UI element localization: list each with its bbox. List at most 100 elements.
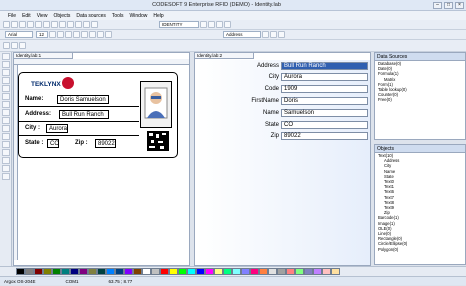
color-swatch[interactable] bbox=[16, 268, 25, 275]
minimize-button[interactable]: – bbox=[433, 1, 442, 9]
color-swatch[interactable] bbox=[43, 268, 52, 275]
close-button[interactable]: × bbox=[455, 1, 464, 9]
color-swatch[interactable] bbox=[124, 268, 133, 275]
copy-icon[interactable] bbox=[43, 21, 50, 28]
ruler-icon[interactable] bbox=[19, 42, 26, 49]
color-swatch[interactable] bbox=[61, 268, 70, 275]
line-tool-icon[interactable] bbox=[2, 93, 10, 100]
color-swatch[interactable] bbox=[34, 268, 43, 275]
color-swatch[interactable] bbox=[187, 268, 196, 275]
color-swatch[interactable] bbox=[151, 268, 160, 275]
distribute-icon[interactable] bbox=[278, 31, 285, 38]
checkbox-tool-icon[interactable] bbox=[2, 165, 10, 172]
color-swatch[interactable] bbox=[313, 268, 322, 275]
rfid-tool-icon[interactable] bbox=[2, 133, 10, 140]
color-swatch[interactable] bbox=[25, 268, 34, 275]
color-swatch[interactable] bbox=[97, 268, 106, 275]
color-swatch[interactable] bbox=[331, 268, 340, 275]
zip-row-value[interactable]: 89022 bbox=[281, 132, 368, 140]
color-swatch[interactable] bbox=[106, 268, 115, 275]
city-field[interactable]: Aurora bbox=[46, 124, 68, 133]
address-row-value[interactable]: Bull Run Ranch bbox=[281, 62, 368, 70]
new-icon[interactable] bbox=[3, 21, 10, 28]
ole-tool-icon[interactable] bbox=[2, 141, 10, 148]
menu-view[interactable]: View bbox=[37, 13, 48, 19]
color-swatch[interactable] bbox=[160, 268, 169, 275]
doc-tab[interactable]: Identity.lab:1 bbox=[13, 52, 73, 59]
printer-combo[interactable]: IDENTITY bbox=[159, 21, 199, 28]
print-icon[interactable] bbox=[27, 21, 34, 28]
address-field[interactable]: Bull Run Ranch bbox=[59, 110, 109, 119]
polygon-tool-icon[interactable] bbox=[2, 117, 10, 124]
form-tab[interactable]: Identity.lab:2 bbox=[194, 52, 254, 59]
color-swatch[interactable] bbox=[79, 268, 88, 275]
color-swatch[interactable] bbox=[133, 268, 142, 275]
color-swatch[interactable] bbox=[223, 268, 232, 275]
photo-image[interactable] bbox=[140, 81, 172, 128]
align-objects-icon[interactable] bbox=[270, 31, 277, 38]
field-combo[interactable]: Address bbox=[223, 31, 261, 38]
color-swatch[interactable] bbox=[241, 268, 250, 275]
select-icon[interactable] bbox=[3, 42, 10, 49]
paste-icon[interactable] bbox=[51, 21, 58, 28]
underline-icon[interactable] bbox=[65, 31, 72, 38]
layer-icon[interactable] bbox=[105, 31, 112, 38]
color-swatch[interactable] bbox=[115, 268, 124, 275]
font-combo[interactable]: Arial bbox=[5, 31, 33, 38]
open-icon[interactable] bbox=[11, 21, 18, 28]
state-row-value[interactable]: CO bbox=[281, 121, 368, 129]
color-swatch[interactable] bbox=[259, 268, 268, 275]
query-icon[interactable] bbox=[208, 21, 215, 28]
menu-help[interactable]: Help bbox=[153, 13, 163, 19]
code-row-value[interactable]: 1909 bbox=[281, 85, 368, 93]
hand-icon[interactable] bbox=[11, 42, 18, 49]
firstname-row-value[interactable]: Doris bbox=[281, 97, 368, 105]
color-swatch[interactable] bbox=[70, 268, 79, 275]
form-tool-icon[interactable] bbox=[2, 149, 10, 156]
color-swatch[interactable] bbox=[88, 268, 97, 275]
state-field[interactable]: CO bbox=[47, 139, 59, 148]
list-tool-icon[interactable] bbox=[2, 173, 10, 180]
menu-objects[interactable]: Objects bbox=[53, 13, 70, 19]
color-swatch[interactable] bbox=[268, 268, 277, 275]
tree-item-polygon[interactable]: Polygon(0) bbox=[378, 247, 465, 252]
color-swatch[interactable] bbox=[214, 268, 223, 275]
button-tool-icon[interactable] bbox=[2, 157, 10, 164]
datamatrix-barcode[interactable] bbox=[147, 131, 169, 151]
color-swatch[interactable] bbox=[232, 268, 241, 275]
city-row-value[interactable]: Aurora bbox=[281, 73, 368, 81]
help-icon[interactable] bbox=[224, 21, 231, 28]
pointer-icon[interactable] bbox=[2, 53, 10, 60]
table-tool-icon[interactable] bbox=[2, 125, 10, 132]
menu-data-sources[interactable]: Data sources bbox=[76, 13, 105, 19]
save-icon[interactable] bbox=[19, 21, 26, 28]
ellipse-tool-icon[interactable] bbox=[2, 109, 10, 116]
tree-item-free[interactable]: Free(0) bbox=[378, 97, 465, 102]
color-swatch[interactable] bbox=[178, 268, 187, 275]
align-center-icon[interactable] bbox=[81, 31, 88, 38]
color-swatch[interactable] bbox=[142, 268, 151, 275]
menu-tools[interactable]: Tools bbox=[112, 13, 124, 19]
color-swatch[interactable] bbox=[304, 268, 313, 275]
text-tool-icon[interactable] bbox=[2, 61, 10, 68]
bold-icon[interactable] bbox=[49, 31, 56, 38]
cut-icon[interactable] bbox=[35, 21, 42, 28]
align-right-icon[interactable] bbox=[89, 31, 96, 38]
redo-icon[interactable] bbox=[67, 21, 74, 28]
name-row-value[interactable]: Samuelson bbox=[281, 109, 368, 117]
zoom-icon[interactable] bbox=[75, 21, 82, 28]
form-icon[interactable] bbox=[262, 31, 269, 38]
database-icon[interactable] bbox=[200, 21, 207, 28]
grid-icon[interactable] bbox=[83, 21, 90, 28]
italic-icon[interactable] bbox=[57, 31, 64, 38]
color-swatch[interactable] bbox=[286, 268, 295, 275]
menu-edit[interactable]: Edit bbox=[22, 13, 31, 19]
zip-field[interactable]: 89022 bbox=[95, 139, 116, 148]
font-size-combo[interactable]: 12 bbox=[36, 31, 48, 38]
menu-file[interactable]: File bbox=[8, 13, 16, 19]
name-field[interactable]: Doris Samuelson bbox=[57, 95, 109, 104]
barcode-tool-icon[interactable] bbox=[2, 77, 10, 84]
color-swatch[interactable] bbox=[169, 268, 178, 275]
image-tool-icon[interactable] bbox=[2, 85, 10, 92]
align-left-icon[interactable] bbox=[73, 31, 80, 38]
